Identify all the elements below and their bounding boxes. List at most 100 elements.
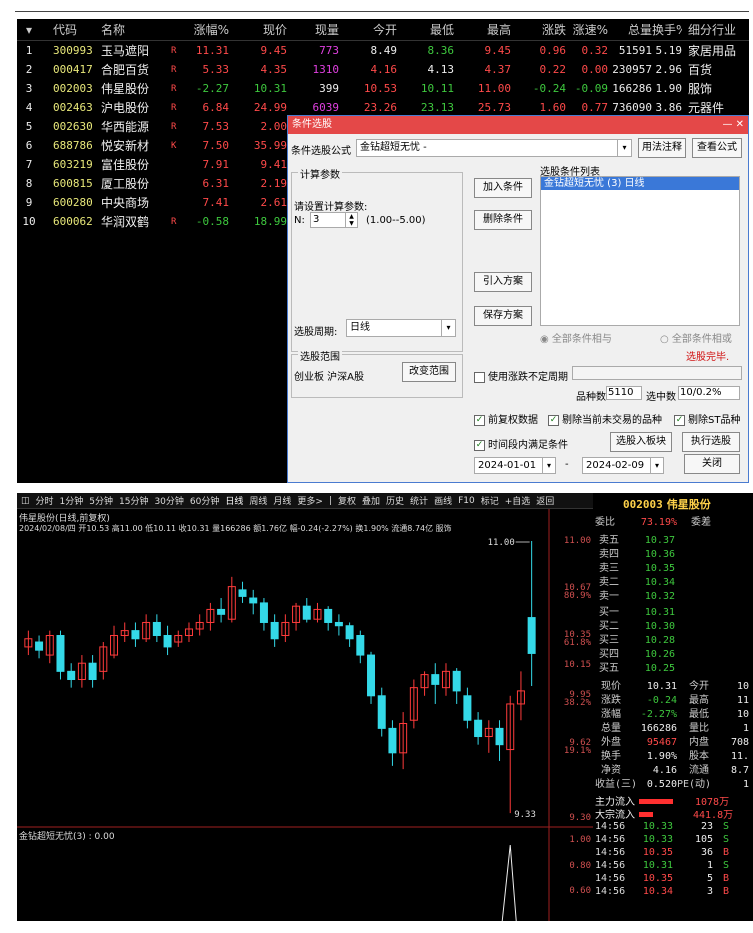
spinner-icon[interactable]: ▲ ▼: [345, 213, 357, 227]
column-header[interactable]: 涨跌: [511, 21, 566, 38]
opt-fq-checkbox[interactable]: ✓ 前复权数据: [474, 411, 538, 426]
cell-ind: 元器件: [688, 101, 725, 115]
candle-body: [217, 608, 226, 615]
stat-row: 现价 10.31 今开 10: [595, 677, 749, 692]
bid-row-part: 买三: [599, 635, 619, 646]
cell-code: 600062: [53, 215, 93, 228]
cell-idx: 1: [25, 44, 33, 57]
candle-body: [388, 727, 397, 754]
tick-row-part: S: [722, 860, 729, 871]
column-header[interactable]: 现价: [229, 21, 287, 38]
cell-total: 166286: [612, 82, 652, 95]
cell-flag: R: [171, 83, 177, 94]
dialog-title: 条件选股: [292, 119, 332, 130]
column-header[interactable]: 涨速%: [566, 21, 608, 38]
column-header[interactable]: 细分行业: [682, 21, 740, 38]
check-icon: ✓: [548, 414, 559, 426]
chevron-down-icon[interactable]: ▾: [617, 140, 631, 156]
opt-period-checkbox[interactable]: ✓ 时间段内满足条件: [474, 436, 568, 451]
column-header[interactable]: 今开: [339, 21, 397, 38]
save-plan-button[interactable]: 保存方案: [474, 306, 532, 326]
table-row[interactable]: 3 002003 伟星股份 R -2.27 10.31 399 10.53 10.11 11.00…: [17, 79, 749, 98]
candle-body: [495, 727, 504, 746]
tick-row-part: S: [722, 834, 729, 845]
candle-body: [356, 635, 365, 656]
delete-condition-button[interactable]: 删除条件: [474, 210, 532, 230]
tick-row-part: 14:56: [595, 873, 626, 884]
view-formula-button[interactable]: 查看公式: [692, 138, 742, 158]
chevron-down-icon[interactable]: ▾: [542, 458, 555, 473]
change-range-button[interactable]: 改变范围: [402, 362, 456, 382]
column-header[interactable]: 换手%: [652, 21, 682, 38]
cell-open: 8.49: [370, 44, 398, 57]
cell-vol: 773: [319, 44, 339, 57]
cell-price: 2.00: [260, 120, 288, 133]
candle-body: [131, 630, 140, 640]
date-to-input[interactable]: 2024-02-09 ▾: [582, 457, 664, 474]
import-plan-button[interactable]: 引入方案: [474, 272, 532, 292]
opt-st-checkbox[interactable]: ✓ 剔除ST品种: [674, 411, 740, 426]
period-select[interactable]: 日线 ▾: [346, 319, 456, 337]
cell-low: 23.13: [420, 101, 454, 114]
close-button[interactable]: 关闭: [684, 454, 740, 474]
tick-row-part: 10.34: [642, 886, 673, 897]
date-from-input[interactable]: 2024-01-01 ▾: [474, 457, 556, 474]
tick-row-part: 105: [694, 834, 713, 845]
tick-row-part: 3: [706, 886, 713, 897]
stock-code: 002003: [623, 498, 663, 511]
cell-total: 736090: [612, 101, 652, 114]
or-radio[interactable]: ○ 全部条件相或: [660, 330, 732, 345]
n-value: 3: [313, 214, 320, 225]
table-header: ▾代码名称涨幅%现价现量今开最低最高涨跌涨速%总量换手%细分行业: [17, 19, 749, 41]
tick-row-part: 14:56: [595, 847, 626, 858]
ask-row-part: 卖一: [599, 591, 619, 602]
table-row[interactable]: 1 300993 玉马遮阳 R 11.31 9.45 773 8.49 8.36 9.45 0.96…: [17, 41, 749, 60]
column-header[interactable]: 涨幅%: [187, 21, 229, 38]
condition-list[interactable]: 金钻超短无忧 (3) 日线: [540, 176, 740, 326]
tick-row: 14:56 10.31 1 S: [595, 860, 729, 871]
flow-value: 441.8万: [693, 810, 734, 821]
column-header[interactable]: 名称: [101, 21, 171, 38]
chevron-down-icon[interactable]: ▾: [441, 320, 455, 336]
condition-list-item[interactable]: 金钻超短无忧 (3) 日线: [541, 177, 739, 190]
candle-body: [88, 662, 97, 681]
candle-body: [238, 589, 247, 597]
to-block-button[interactable]: 选股入板块: [610, 432, 672, 452]
column-header[interactable]: 代码: [41, 21, 101, 38]
stat-row: 涨跌 -0.24 最高 11: [595, 691, 749, 706]
period-value: 日线: [350, 322, 370, 333]
opt-untraded-checkbox[interactable]: ✓ 剔除当前未交易的品种: [548, 411, 662, 426]
period-input[interactable]: [572, 366, 742, 380]
cell-price: 24.99: [253, 101, 287, 114]
table-row[interactable]: 2 000417 合肥百货 R 5.33 4.35 1310 4.16 4.13 4.37 0.22…: [17, 60, 749, 79]
candle-body: [302, 605, 311, 620]
cell-speed: 0.77: [581, 101, 609, 114]
bid-row: 买二 10.30: [595, 617, 675, 632]
usage-button[interactable]: 用法注释: [638, 138, 686, 158]
cell-vol: 6039: [312, 101, 340, 114]
column-header[interactable]: 最高: [454, 21, 511, 38]
cell-idx: 9: [25, 196, 33, 209]
column-header[interactable]: 总量: [608, 21, 652, 38]
chevron-down-icon[interactable]: ▾: [650, 458, 663, 473]
tick-row-part: 5: [706, 873, 713, 884]
candle-body: [452, 670, 461, 692]
column-header[interactable]: 最低: [397, 21, 454, 38]
sort-icon[interactable]: ▾: [17, 23, 41, 37]
formula-select[interactable]: 金钻超短无忧 - ▾: [356, 139, 632, 157]
n-input[interactable]: 3 ▲ ▼: [310, 212, 358, 228]
add-condition-button[interactable]: 加入条件: [474, 178, 532, 198]
cell-idx: 3: [25, 82, 33, 95]
cell-idx: 2: [25, 63, 33, 76]
column-header[interactable]: 现量: [287, 21, 339, 38]
y-tick-label: 38.2%: [563, 698, 591, 708]
close-icon[interactable]: — ✕: [722, 116, 744, 134]
candle-body: [527, 617, 536, 654]
and-radio[interactable]: ◉ 全部条件相与: [540, 330, 612, 345]
kline-chart[interactable]: 11.00 9.33: [17, 493, 593, 921]
stat-row: 换手 1.90% 股本 11.: [595, 747, 749, 762]
date-dash: -: [565, 459, 569, 470]
execute-button[interactable]: 执行选股: [682, 432, 740, 452]
use-period-checkbox[interactable]: 使用涨跌不定周期: [474, 368, 568, 383]
cell-open: 23.26: [363, 101, 397, 114]
